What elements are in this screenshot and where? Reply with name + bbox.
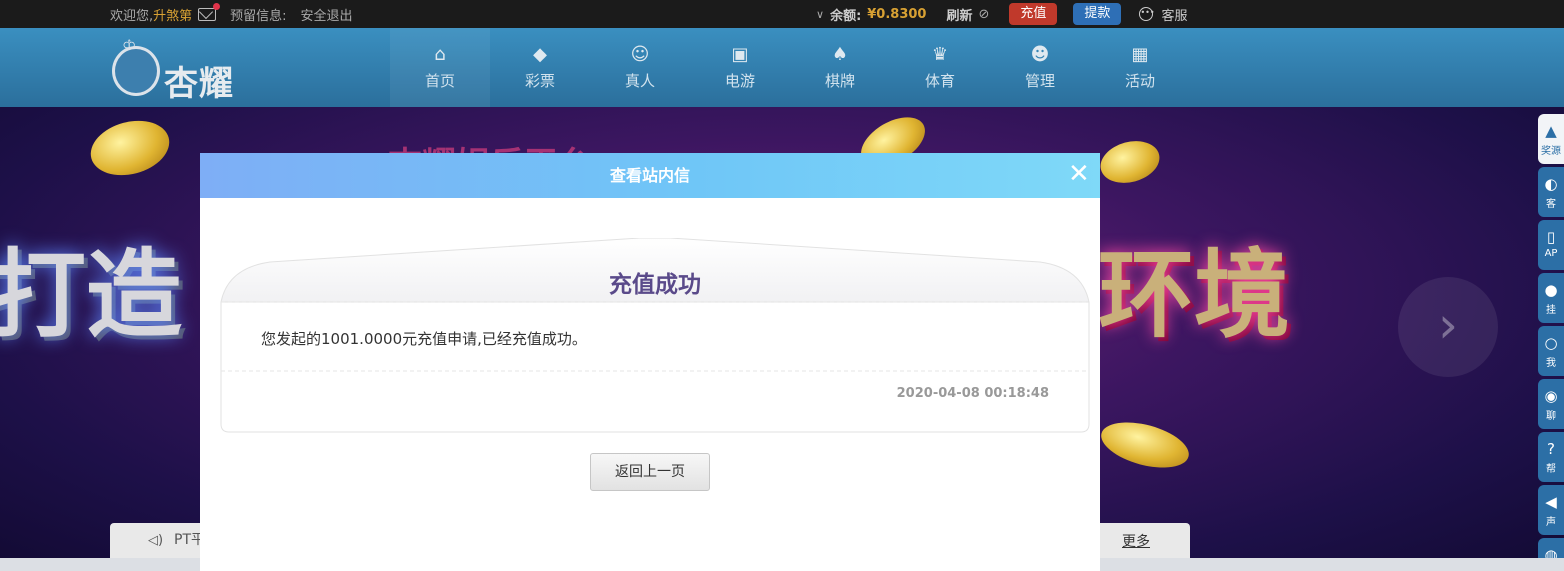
- nav-item[interactable]: ⌂ 首页: [390, 28, 490, 107]
- sidebar-item-label: 我: [1546, 358, 1556, 369]
- banner-right-text: 环境: [1098, 239, 1290, 351]
- nav-item-label: 体育: [924, 72, 955, 90]
- mail-icon[interactable]: [198, 2, 221, 21]
- cards-icon: ♠: [831, 44, 849, 65]
- eye-hidden-icon[interactable]: ⊘: [979, 7, 990, 22]
- nav-items: ⌂ 首页 ◆ 彩票 ☺ 真人 ▣ 电游 ♠ 棋牌 ♛ 体育 ☻ 管理 ▦ 活动: [390, 28, 1190, 107]
- sidebar-item-label: 奖源: [1541, 146, 1561, 157]
- welcome-text: 欢迎您,: [110, 8, 154, 24]
- chevron-down-icon[interactable]: ∨: [816, 8, 824, 21]
- modal-header: 查看站内信 ✕: [200, 153, 1100, 198]
- sidebar-item[interactable]: ◉ 聊: [1538, 379, 1564, 429]
- message-title: 充值成功: [609, 272, 701, 298]
- sidebar-item-label: AP: [1544, 248, 1558, 259]
- message-body: 您发起的1001.0000元充值申请,已经充值成功。: [261, 330, 587, 348]
- right-floating-sidebar: ▲ 奖源 ◐ 客 ▯ AP ● 挂 ○ 我 ◉ 聊? 帮 ◀ 声 ◍: [1538, 114, 1564, 571]
- nav-item-label: 彩票: [524, 72, 555, 90]
- users-icon: ☻: [1030, 44, 1050, 65]
- sound-icon: ◀: [1545, 493, 1557, 511]
- recharge-button[interactable]: 充值: [1009, 3, 1058, 25]
- sidebar-item[interactable]: ○ 我: [1538, 326, 1564, 376]
- coin-decoration: [1096, 414, 1194, 476]
- refresh-link[interactable]: 刷新: [946, 5, 972, 24]
- headset-icon: ◐: [1544, 175, 1558, 193]
- sidebar-item-label: 聊: [1546, 411, 1556, 422]
- phone-icon: ▯: [1546, 228, 1556, 246]
- unread-dot: [213, 2, 221, 10]
- sidebar-item[interactable]: ◀ 声: [1538, 485, 1564, 535]
- nav-item[interactable]: ▣ 电游: [690, 28, 790, 107]
- banner-left-text: 打造: [0, 239, 182, 351]
- help-icon: ?: [1547, 440, 1555, 458]
- nav-item[interactable]: ☺ 真人: [590, 28, 690, 107]
- nav-item-label: 棋牌: [824, 72, 855, 90]
- sidebar-item[interactable]: ▯ AP: [1538, 220, 1564, 270]
- home-icon: ⌂: [434, 44, 446, 65]
- close-icon[interactable]: ✕: [1068, 153, 1090, 198]
- back-button[interactable]: 返回上一页: [590, 453, 710, 491]
- slot-machine-icon: ▣: [731, 44, 749, 65]
- person-icon: ☺: [630, 44, 650, 65]
- more-link[interactable]: 更多: [1122, 531, 1150, 551]
- message-card: 充值成功 您发起的1001.0000元充值申请,已经充值成功。 2020-04-…: [220, 238, 1090, 433]
- reserve-info-label: 预留信息:: [230, 8, 287, 24]
- modal-title: 查看站内信: [609, 166, 690, 185]
- nav-item-label: 电游: [724, 72, 755, 90]
- nav-item-label: 管理: [1024, 72, 1055, 90]
- award-icon: ▲: [1545, 122, 1557, 140]
- chat-icon: ◉: [1544, 387, 1558, 405]
- main-nav: ♔ 杏耀 ⌂ 首页 ◆ 彩票 ☺ 真人 ▣ 电游 ♠ 棋牌 ♛ 体育 ☻ 管理 ▦ 活动: [0, 28, 1564, 107]
- nav-item[interactable]: ☻ 管理: [990, 28, 1090, 107]
- balance-label: 余额:: [830, 8, 862, 24]
- nav-item-label: 活动: [1124, 72, 1155, 90]
- logo[interactable]: ♔ 杏耀: [110, 36, 260, 104]
- nav-item[interactable]: ♛ 体育: [890, 28, 990, 107]
- balance-value: ¥0.8300: [867, 6, 927, 22]
- speaker-icon: ◁): [148, 533, 164, 548]
- sidebar-item-label: 帮: [1546, 464, 1556, 475]
- username[interactable]: 升煞第: [153, 5, 192, 24]
- customer-service-link[interactable]: 客服: [1161, 5, 1187, 24]
- nav-item[interactable]: ▦ 活动: [1090, 28, 1190, 107]
- coin-decoration: [84, 112, 176, 184]
- sidebar-item-label: 声: [1546, 517, 1556, 528]
- sidebar-item[interactable]: ▲ 奖源: [1538, 114, 1564, 164]
- top-bar-right: ∨ 余额: ¥0.8300 刷新 ⊘ 充值 提款 ••• 客服: [816, 0, 1187, 28]
- banner-next-button[interactable]: ›: [1398, 277, 1498, 377]
- sidebar-item[interactable]: ◐ 客: [1538, 167, 1564, 217]
- message-timestamp: 2020-04-08 00:18:48: [896, 386, 1049, 401]
- ticket-icon: ◆: [533, 44, 547, 65]
- sidebar-item-label: 客: [1546, 199, 1556, 210]
- gift-icon: ▦: [1131, 44, 1149, 65]
- top-bar-left: 欢迎您, 升煞第 预留信息: 安全退出: [110, 0, 353, 28]
- chat-bubble-icon: •••: [1139, 7, 1155, 21]
- profile-icon: ○: [1544, 334, 1558, 352]
- nav-item[interactable]: ◆ 彩票: [490, 28, 590, 107]
- nav-item-label: 真人: [624, 72, 655, 90]
- brand-name: 杏耀: [164, 64, 234, 104]
- top-bar: 欢迎您, 升煞第 预留信息: 安全退出 ∨ 余额: ¥0.8300 刷新 ⊘ 充…: [0, 0, 1564, 28]
- sidebar-item-label: 挂: [1546, 305, 1556, 316]
- coin-decoration: [1095, 134, 1165, 190]
- sidebar-item[interactable]: ● 挂: [1538, 273, 1564, 323]
- logo-crest: [112, 46, 160, 96]
- sidebar-item[interactable]: ? 帮: [1538, 432, 1564, 482]
- message-modal: 查看站内信 ✕ 充值成功 您发起的1001.0000元充值申请,已经充值成功。 …: [200, 153, 1100, 571]
- trophy-icon: ♛: [931, 44, 949, 65]
- withdraw-button[interactable]: 提款: [1073, 3, 1122, 25]
- nav-item-label: 首页: [424, 72, 455, 90]
- nav-item[interactable]: ♠ 棋牌: [790, 28, 890, 107]
- user-icon: ●: [1544, 281, 1558, 299]
- logout-link[interactable]: 安全退出: [301, 5, 353, 24]
